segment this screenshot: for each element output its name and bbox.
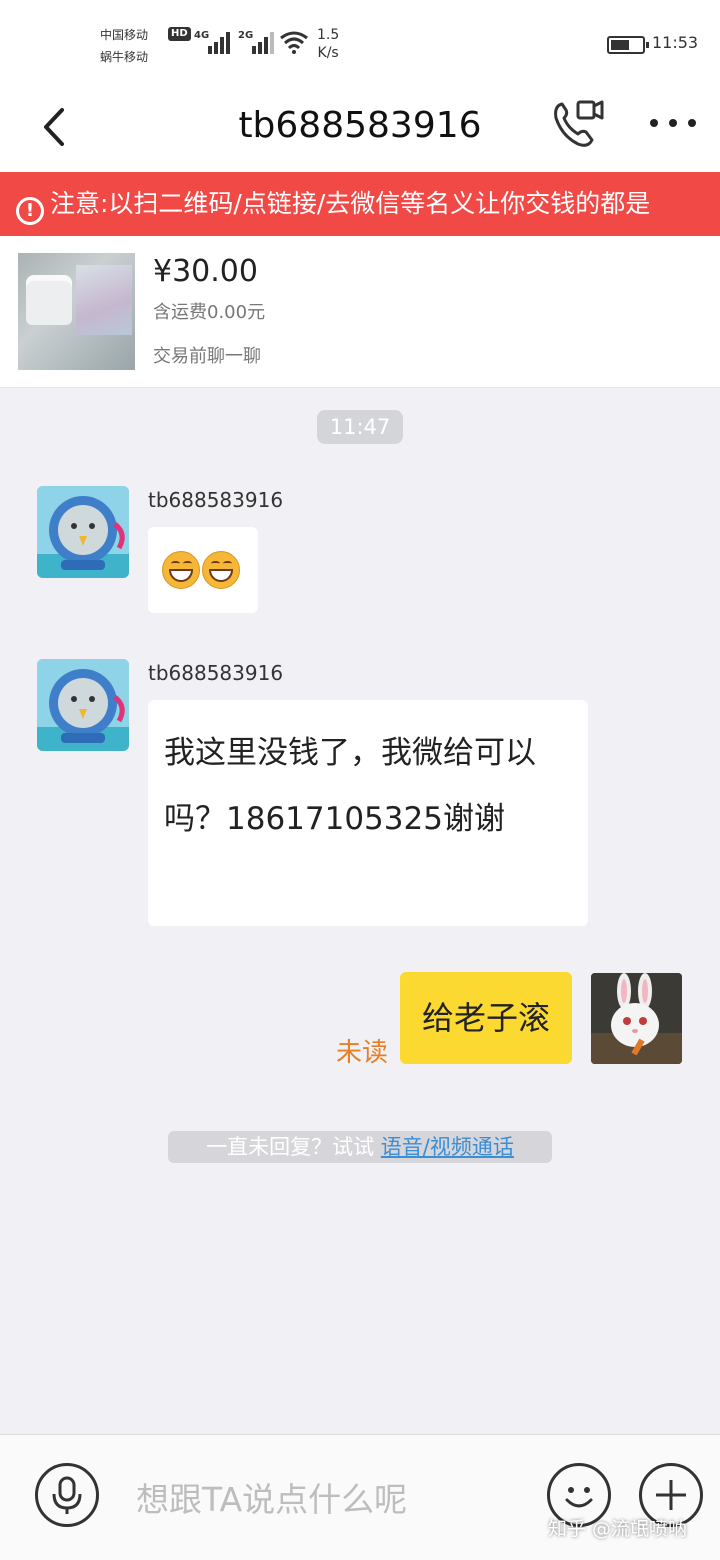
chat-header: tb688583916 (0, 86, 720, 172)
watermark-text: 知乎 @流氓喷呐 (548, 1518, 688, 1540)
signal-2-icon (252, 30, 274, 54)
network-type-2: 2G (238, 30, 254, 41)
wifi-icon (280, 31, 308, 54)
chat-before-trade-label: 交易前聊一聊 (153, 346, 261, 367)
my-message-bubble[interactable]: 给老子滚 (400, 972, 572, 1064)
input-bar: 想跟TA说点什么呢 (0, 1434, 720, 1560)
message-input[interactable]: 想跟TA说点什么呢 (136, 1473, 407, 1521)
emoji-message-bubble[interactable] (148, 527, 258, 613)
fraud-warning-banner: ! 注意:以扫二维码/点链接/去微信等名义让你交钱的都是 (0, 172, 720, 236)
product-card[interactable]: ¥30.00 含运费0.00元 交易前聊一聊 (0, 236, 720, 388)
grinning-face-icon (162, 551, 200, 589)
carrier-names: 中国移动 蜗牛移动 (100, 24, 148, 68)
warning-text: 注意:以扫二维码/点链接/去微信等名义让你交钱的都是 (50, 189, 651, 218)
voice-input-button[interactable] (35, 1463, 99, 1527)
hd-badge: HD (168, 27, 191, 41)
chat-title: tb688583916 (238, 105, 482, 146)
phone-video-call-icon[interactable] (548, 96, 608, 152)
status-time: 11:53 (652, 33, 699, 52)
my-avatar[interactable] (591, 973, 682, 1064)
speed-unit: K/s (317, 45, 339, 61)
network-speed: 1.5 K/s (317, 26, 339, 62)
sender-avatar[interactable] (37, 659, 129, 751)
speed-value: 1.5 (317, 27, 340, 43)
shipping-fee: 含运费0.00元 (153, 302, 266, 323)
hint-text: 一直未回复？试试 (206, 1135, 381, 1159)
sender-name: tb688583916 (148, 661, 284, 685)
battery-icon (607, 36, 649, 54)
carrier-2: 蜗牛移动 (100, 50, 149, 64)
voice-video-call-link[interactable]: 语音/视频通话 (381, 1135, 514, 1159)
product-price: ¥30.00 (153, 254, 258, 289)
network-type-1: 4G (194, 30, 210, 41)
text-message-bubble[interactable]: 我这里没钱了，我微给可以吗？18617105325谢谢 (148, 700, 588, 926)
status-bar: 中国移动 蜗牛移动 HD 4G 2G 1.5 K/s 11:53 (0, 0, 720, 86)
product-image[interactable] (18, 253, 135, 370)
call-suggestion-hint: 一直未回复？试试 语音/视频通话 (168, 1131, 552, 1163)
alert-icon: ! (16, 197, 44, 225)
chat-timestamp: 11:47 (317, 410, 403, 444)
microphone-icon (52, 1476, 82, 1514)
signal-1-icon (208, 30, 230, 54)
more-options-icon[interactable] (646, 108, 702, 138)
grinning-face-icon (202, 551, 240, 589)
sender-name: tb688583916 (148, 488, 284, 512)
carrier-1: 中国移动 (100, 28, 149, 42)
unread-status: 未读 (336, 1038, 389, 1068)
sender-avatar[interactable] (37, 486, 129, 578)
